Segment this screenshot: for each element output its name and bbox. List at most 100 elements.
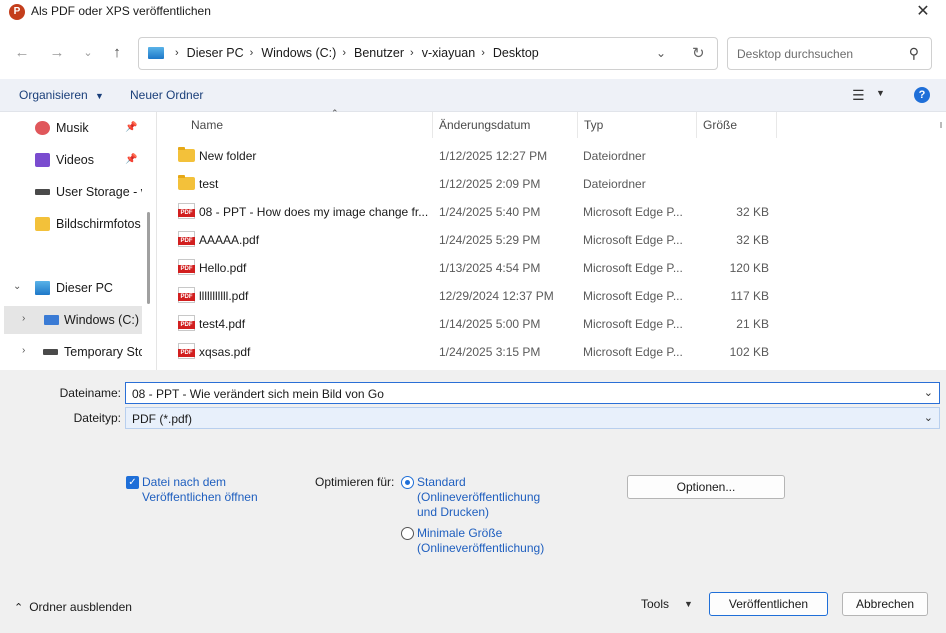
filename-field[interactable]: 08 - PPT - Wie verändert sich mein Bild … xyxy=(125,382,940,404)
chevron-down-icon: ⌄ xyxy=(83,47,93,59)
chevron-right-icon[interactable]: › xyxy=(22,345,25,356)
tools-menu-button[interactable]: Tools xyxy=(641,597,669,611)
chevron-right-icon[interactable]: › xyxy=(410,47,414,59)
column-header-date[interactable]: Änderungsdatum xyxy=(433,112,578,138)
optimize-minimal-radio[interactable] xyxy=(401,527,414,540)
column-header-name[interactable]: Name ⌃ xyxy=(185,108,433,138)
recent-locations-button[interactable]: ⌄ xyxy=(77,42,99,64)
options-button[interactable]: Optionen... xyxy=(627,475,785,499)
breadcrumb-item[interactable]: Benutzer xyxy=(354,46,404,60)
open-after-publish-checkbox[interactable]: ✓ xyxy=(126,476,139,489)
windows-drive-icon xyxy=(44,315,59,325)
help-icon[interactable]: ? xyxy=(914,87,930,103)
nav-scrollbar[interactable] xyxy=(147,212,150,304)
close-button[interactable]: ✕ xyxy=(906,0,940,24)
table-row[interactable]: test 1/12/2025 2:09 PM Dateiordner xyxy=(174,169,874,197)
drive-icon xyxy=(35,189,50,195)
chevron-up-icon: ⌃ xyxy=(14,602,24,614)
column-header-type[interactable]: Typ xyxy=(578,112,697,138)
back-button[interactable]: ← xyxy=(11,42,33,64)
forward-button[interactable]: → xyxy=(46,42,68,64)
pin-icon: 📌 xyxy=(125,154,138,165)
nav-item-label: Videos xyxy=(56,153,94,167)
chevron-down-icon[interactable]: ⌄ xyxy=(13,281,21,292)
caret-down-icon[interactable]: ▼ xyxy=(876,88,885,98)
chevron-right-icon[interactable]: › xyxy=(250,47,254,59)
table-row[interactable]: New folder 1/12/2025 12:27 PM Dateiordne… xyxy=(174,141,874,169)
file-type: Dateiordner xyxy=(583,177,646,191)
optimize-label: Optimieren für: xyxy=(315,475,395,489)
file-type: Dateiordner xyxy=(583,149,646,163)
pdf-file-icon: PDF xyxy=(178,259,195,275)
save-options-panel: Dateiname: 08 - PPT - Wie verändert sich… xyxy=(0,370,946,633)
nav-item-videos[interactable]: Videos 📌 xyxy=(0,146,142,174)
nav-item-dieser-pc[interactable]: ⌄ Dieser PC xyxy=(0,274,142,302)
window-title: Als PDF oder XPS veröffentlichen xyxy=(31,4,211,18)
optimize-standard-radio[interactable] xyxy=(401,476,414,489)
file-name: test4.pdf xyxy=(199,317,246,331)
nav-item-windows-c[interactable]: › Windows (C:) xyxy=(4,306,142,334)
chevron-right-icon[interactable]: › xyxy=(22,313,25,324)
cancel-button[interactable]: Abbrechen xyxy=(842,592,928,616)
title-bar: P Als PDF oder XPS veröffentlichen ✕ xyxy=(0,0,946,28)
table-row[interactable]: PDF AAAAA.pdf 1/24/2025 5:29 PM Microsof… xyxy=(174,225,874,253)
organize-menu-button[interactable]: Organisieren ▼ xyxy=(19,88,104,102)
column-header-label: Typ xyxy=(584,118,604,132)
file-date: 1/12/2025 12:27 PM xyxy=(439,149,548,163)
optimize-standard-label[interactable]: Standard (Onlineveröffentlichung und Dru… xyxy=(417,475,540,520)
new-folder-button[interactable]: Neuer Ordner xyxy=(130,88,203,102)
up-button[interactable]: ↑ xyxy=(106,42,128,64)
file-date: 1/24/2025 5:40 PM xyxy=(439,205,541,219)
file-size: 120 KB xyxy=(729,261,769,275)
publish-button[interactable]: Veröffentlichen xyxy=(709,592,828,616)
filetype-select[interactable]: PDF (*.pdf) ⌄ xyxy=(125,407,940,429)
breadcrumb-item[interactable]: Desktop xyxy=(493,46,539,60)
column-header-size[interactable]: Größe xyxy=(697,112,777,138)
file-size: 102 KB xyxy=(729,345,769,359)
arrow-left-icon: ← xyxy=(14,44,30,61)
view-options-icon[interactable]: ☰ xyxy=(852,87,865,104)
nav-item-bildschirmfotos[interactable]: Bildschirmfotos xyxy=(0,210,142,238)
table-row[interactable]: PDF xqsas.pdf 1/24/2025 3:15 PM Microsof… xyxy=(174,337,874,365)
column-header-label: Name xyxy=(191,118,224,132)
file-size: 32 KB xyxy=(736,233,769,247)
filetype-value: PDF (*.pdf) xyxy=(132,412,193,426)
file-name: xqsas.pdf xyxy=(199,345,251,359)
pdf-file-icon: PDF xyxy=(178,343,195,359)
table-row[interactable]: PDF Hello.pdf 1/13/2025 4:54 PM Microsof… xyxy=(174,253,874,281)
file-size: 21 KB xyxy=(736,317,769,331)
table-row[interactable]: PDF test4.pdf 1/14/2025 5:00 PM Microsof… xyxy=(174,309,874,337)
chevron-down-icon[interactable]: ⌄ xyxy=(924,411,933,424)
chevron-right-icon[interactable]: › xyxy=(342,47,346,59)
chevron-right-icon[interactable]: › xyxy=(481,47,485,59)
chevron-down-icon[interactable]: ⌄ xyxy=(924,386,933,399)
file-list-scrollbar[interactable] xyxy=(940,122,942,128)
table-row[interactable]: PDF lllllllllll.pdf 12/29/2024 12:37 PM … xyxy=(174,281,874,309)
file-type: Microsoft Edge P... xyxy=(583,289,683,303)
music-icon xyxy=(35,121,50,135)
pc-icon xyxy=(148,47,164,59)
search-input[interactable]: Desktop durchsuchen ⚲ xyxy=(727,37,932,70)
pdf-file-icon: PDF xyxy=(178,287,195,303)
nav-item-temporary-storage[interactable]: › Temporary Sto xyxy=(0,338,142,366)
chevron-right-icon[interactable]: › xyxy=(175,47,179,59)
caret-down-icon[interactable]: ▼ xyxy=(684,599,693,609)
nav-item-musik[interactable]: Musik 📌 xyxy=(0,114,142,142)
table-row[interactable]: PDF 08 - PPT - How does my image change … xyxy=(174,197,874,225)
address-bar[interactable]: › Dieser PC › Windows (C:) › Benutzer › … xyxy=(138,37,718,70)
breadcrumb-item[interactable]: Windows (C:) xyxy=(261,46,336,60)
breadcrumb-item[interactable]: Dieser PC xyxy=(187,46,244,60)
organize-label: Organisieren xyxy=(19,88,88,102)
chevron-down-icon: ⌄ xyxy=(656,46,667,60)
search-placeholder: Desktop durchsuchen xyxy=(737,47,854,61)
breadcrumb-item[interactable]: v-xiayuan xyxy=(422,46,476,60)
navigation-pane: Musik 📌 Videos 📌 User Storage - v Bildsc… xyxy=(0,112,157,370)
optimize-minimal-label[interactable]: Minimale Größe (Onlineveröffentlichung) xyxy=(417,526,544,556)
nav-item-user-storage[interactable]: User Storage - v xyxy=(0,178,142,206)
address-history-button[interactable]: ⌄ xyxy=(656,46,666,60)
refresh-button[interactable]: ↻ xyxy=(692,44,705,62)
nav-item-label: User Storage - v xyxy=(56,185,142,199)
open-after-publish-label[interactable]: Datei nach dem Veröffentlichen öffnen xyxy=(142,475,282,505)
hide-folders-button[interactable]: ⌃ Ordner ausblenden xyxy=(14,600,132,614)
column-header-label: Größe xyxy=(703,118,738,132)
